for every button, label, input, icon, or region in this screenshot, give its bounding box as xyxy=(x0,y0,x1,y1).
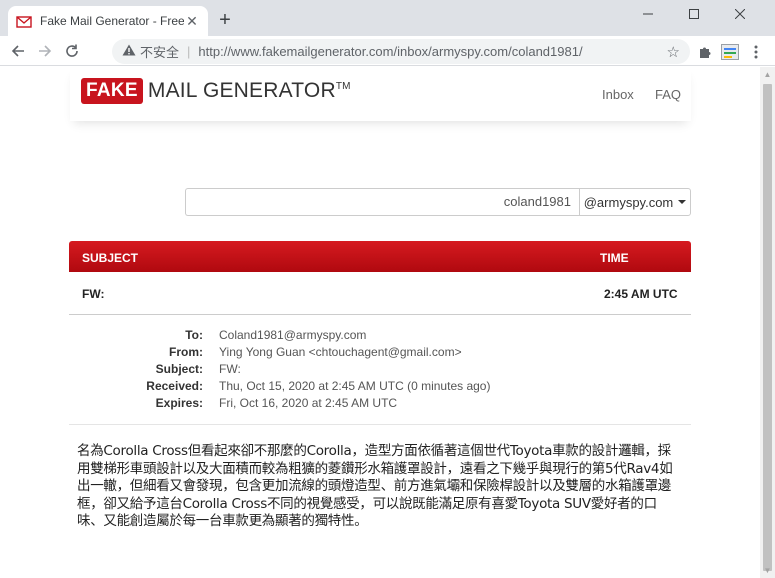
extensions-puzzle-icon[interactable] xyxy=(695,42,715,62)
url-separator: | xyxy=(187,44,191,59)
new-tab-icon[interactable]: + xyxy=(214,9,236,31)
mail-subject: FW: xyxy=(82,287,105,301)
email-body: 名為Corolla Cross但看起來卻不那麼的Corolla，造型方面依循著這… xyxy=(77,443,673,529)
tab-strip: Fake Mail Generator - Free tem ✕ + xyxy=(0,0,775,36)
close-tab-icon[interactable]: ✕ xyxy=(184,13,200,29)
subject-column-header: SUBJECT xyxy=(82,251,139,265)
inbox-table-header: SUBJECT TIME xyxy=(69,241,691,272)
tab-title: Fake Mail Generator - Free tem xyxy=(40,14,184,28)
detail-received: Received: Thu, Oct 15, 2020 at 2:45 AM U… xyxy=(69,379,691,396)
bookmark-star-icon[interactable]: ☆ xyxy=(667,43,680,61)
detail-to: To: Coland1981@armyspy.com xyxy=(69,328,691,345)
domain-value: @armyspy.com xyxy=(583,194,674,210)
to-value: Coland1981@armyspy.com xyxy=(219,328,367,342)
logo-text: MAIL GENERATORTM xyxy=(148,79,351,103)
detail-subject: Subject: FW: xyxy=(69,362,691,379)
detail-from: From: Ying Yong Guan <chtouchagent@gmail… xyxy=(69,345,691,362)
to-label: To: xyxy=(185,328,203,342)
scroll-down-icon[interactable]: ▼ xyxy=(760,563,775,578)
subject-value: FW: xyxy=(219,362,241,376)
nav-inbox-link[interactable]: Inbox xyxy=(602,87,634,102)
scroll-up-icon[interactable]: ▲ xyxy=(760,67,775,82)
page-scrollbar[interactable]: ▲ ▼ xyxy=(760,67,775,578)
details-divider xyxy=(69,424,691,425)
expires-label: Expires: xyxy=(155,396,203,410)
logo-trademark: TM xyxy=(335,81,351,92)
page-content: FAKE MAIL GENERATORTM Inbox FAQ coland19… xyxy=(0,67,760,578)
from-label: From: xyxy=(169,345,203,359)
window-close-icon[interactable] xyxy=(717,0,763,28)
address-bar[interactable]: 不安全 | http://www.fakemailgenerator.com/i… xyxy=(112,39,690,64)
minimize-icon[interactable] xyxy=(625,0,671,28)
expires-value: Fri, Oct 16, 2020 at 2:45 AM UTC xyxy=(219,396,398,410)
site-header: FAKE MAIL GENERATORTM Inbox FAQ xyxy=(70,67,691,121)
time-column-header: TIME xyxy=(600,251,629,265)
inbox-mail-row[interactable]: FW: 2:45 AM UTC xyxy=(69,272,691,315)
profile-avatar-icon[interactable] xyxy=(720,42,740,62)
address-form: coland1981 @armyspy.com xyxy=(185,188,691,216)
caret-down-icon xyxy=(678,200,687,204)
browser-tab[interactable]: Fake Mail Generator - Free tem ✕ xyxy=(8,6,208,36)
site-logo[interactable]: FAKE MAIL GENERATORTM xyxy=(81,78,351,104)
username-input[interactable]: coland1981 xyxy=(185,188,579,216)
received-value: Thu, Oct 15, 2020 at 2:45 AM UTC (0 minu… xyxy=(219,379,491,393)
menu-kebab-icon[interactable] xyxy=(746,42,766,62)
received-label: Received: xyxy=(146,379,203,393)
subject-label: Subject: xyxy=(155,362,203,376)
maximize-icon[interactable] xyxy=(671,0,717,28)
from-value: Ying Yong Guan <chtouchagent@gmail.com> xyxy=(219,345,462,359)
forward-arrow-icon[interactable] xyxy=(33,39,57,63)
reload-icon[interactable] xyxy=(60,39,84,63)
scrollbar-thumb[interactable] xyxy=(763,84,772,571)
logo-mail-generator: MAIL GENERATOR xyxy=(147,79,336,102)
url-text[interactable]: http://www.fakemailgenerator.com/inbox/a… xyxy=(198,44,582,59)
warning-icon[interactable] xyxy=(122,44,136,59)
nav-faq-link[interactable]: FAQ xyxy=(655,87,681,102)
logo-fake: FAKE xyxy=(81,78,143,104)
envelope-icon xyxy=(16,13,32,29)
insecure-label[interactable]: 不安全 xyxy=(140,42,179,61)
back-arrow-icon[interactable] xyxy=(6,39,30,63)
browser-toolbar: 不安全 | http://www.fakemailgenerator.com/i… xyxy=(0,36,775,66)
detail-expires: Expires: Fri, Oct 16, 2020 at 2:45 AM UT… xyxy=(69,396,691,413)
mail-time: 2:45 AM UTC xyxy=(604,287,678,301)
domain-select[interactable]: @armyspy.com xyxy=(579,188,691,216)
